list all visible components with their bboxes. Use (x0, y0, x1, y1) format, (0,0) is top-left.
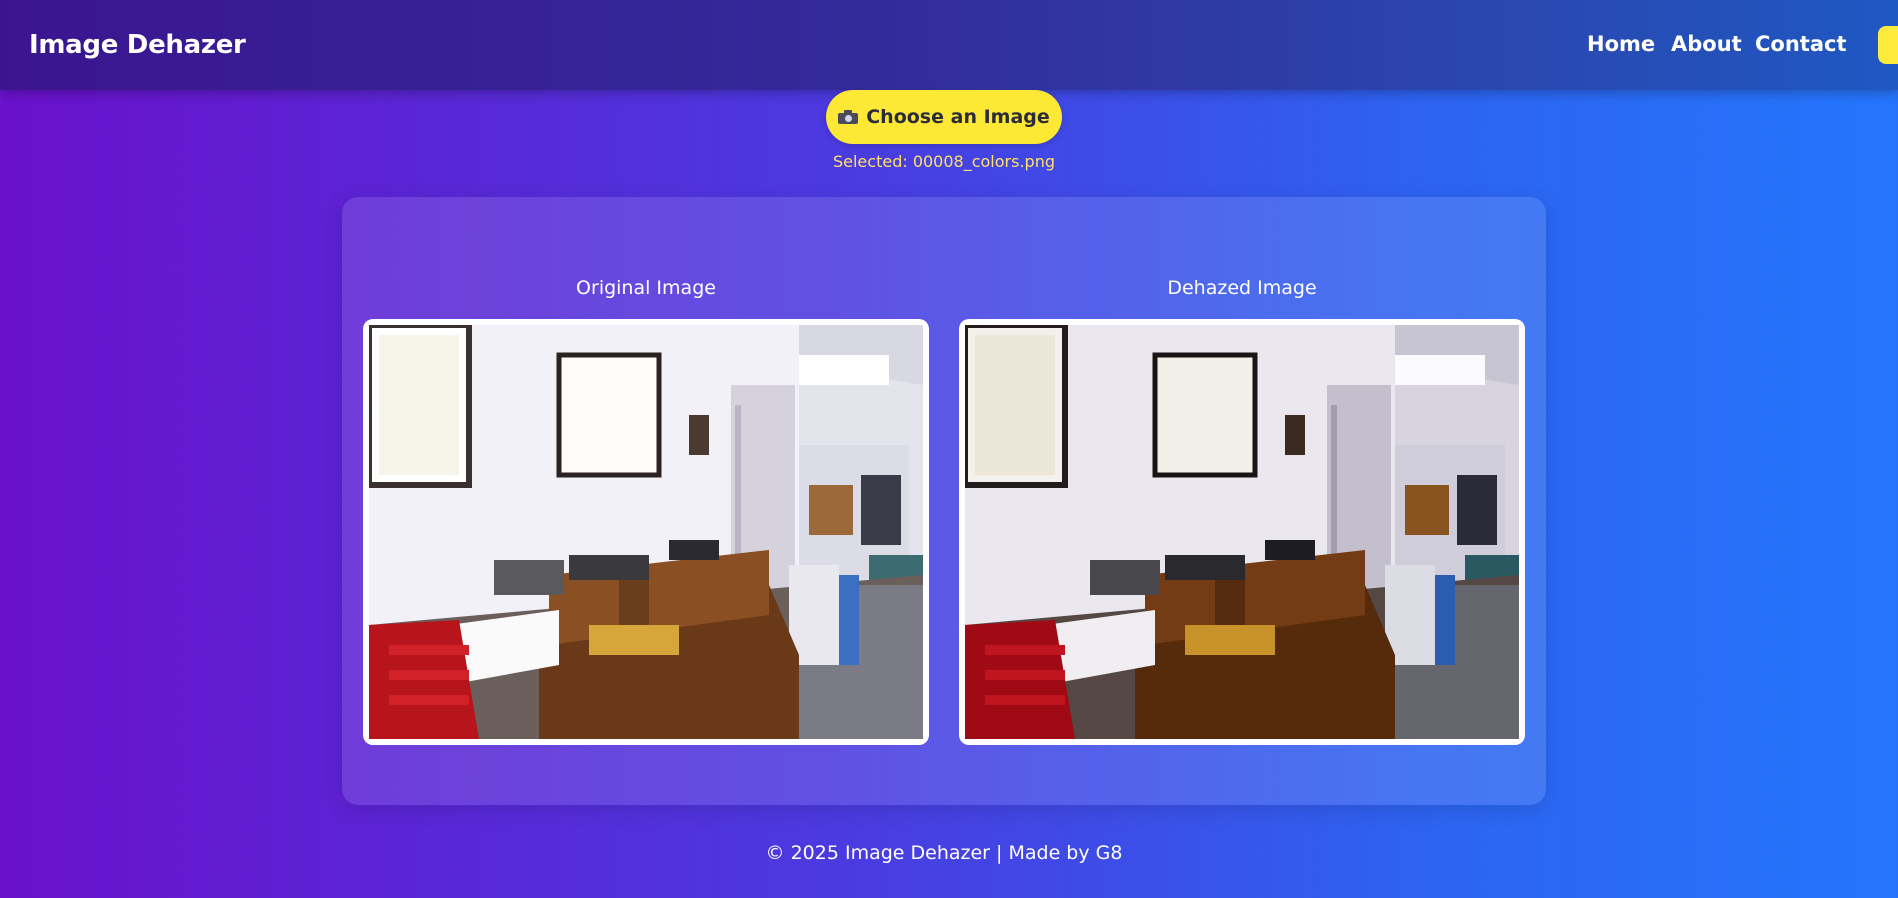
original-image (369, 325, 923, 739)
nav-link-contact[interactable]: Contact (1755, 32, 1847, 56)
navbar: Image Dehazer Home About Contact (0, 0, 1898, 90)
nav-link-home[interactable]: Home (1587, 32, 1655, 56)
dehazed-image-frame (959, 319, 1525, 745)
camera-icon (838, 110, 859, 124)
brand-title: Image Dehazer (29, 30, 246, 60)
choose-image-button[interactable]: Choose an Image (826, 90, 1062, 144)
original-image-frame (363, 319, 929, 745)
nav-action-button[interactable] (1878, 26, 1898, 64)
selected-file-text: Selected: 00008_colors.png (832, 152, 1055, 171)
dehazed-image (965, 325, 1519, 739)
footer-text: © 2025 Image Dehazer | Made by G8 (765, 842, 1123, 864)
dehazed-image-label: Dehazed Image (1167, 277, 1317, 299)
original-image-label: Original Image (576, 277, 716, 299)
nav-link-about[interactable]: About (1671, 32, 1742, 56)
choose-image-label: Choose an Image (866, 106, 1050, 128)
